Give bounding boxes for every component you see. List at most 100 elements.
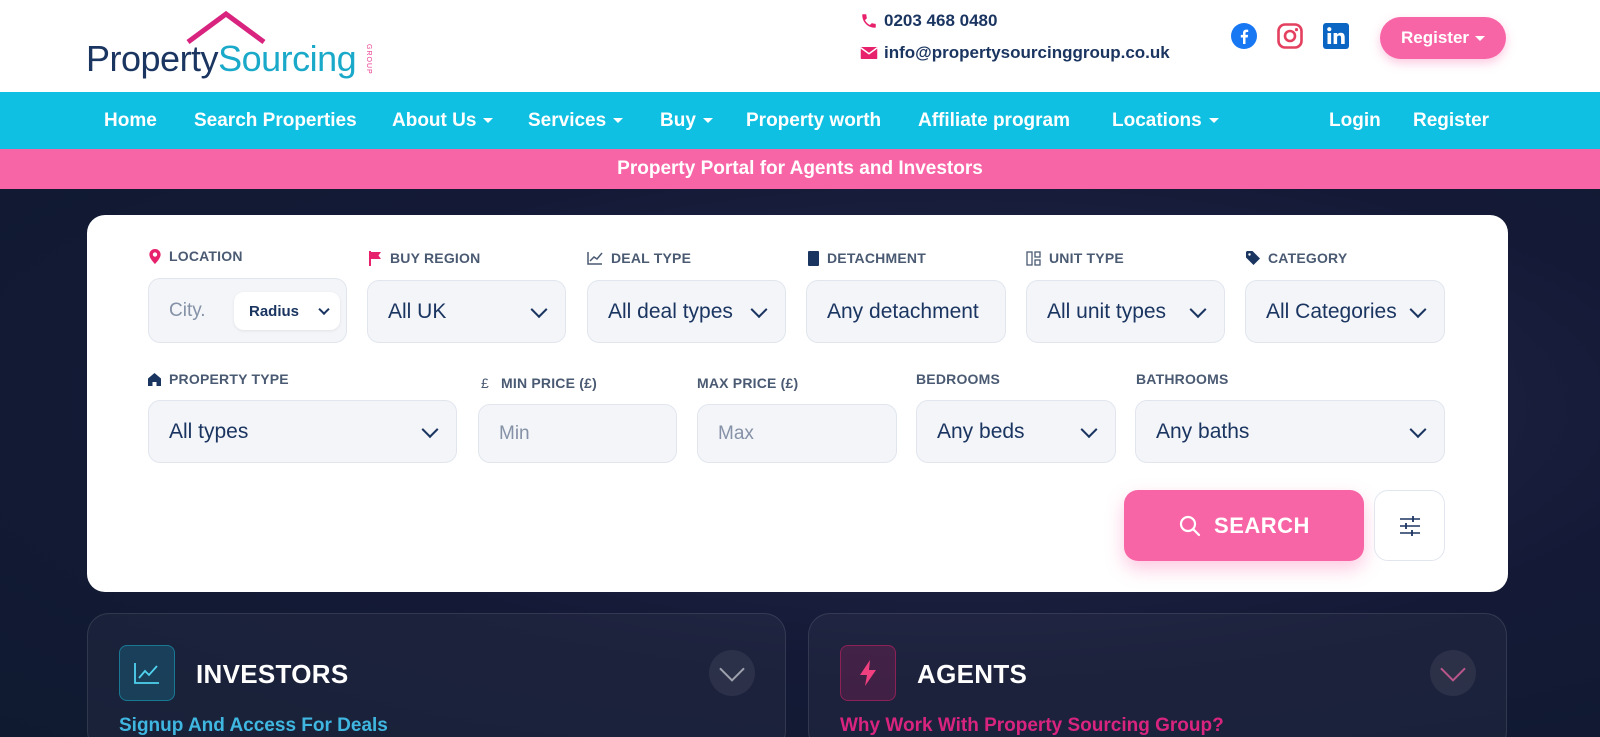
bedrooms-value: Any beds xyxy=(937,419,1025,443)
min-price-input[interactable]: Min xyxy=(478,404,677,463)
logo-group-text: GROUP xyxy=(365,44,372,75)
radius-select-value: Radius xyxy=(249,302,300,320)
location-label: LOCATION xyxy=(149,248,243,264)
caret-down-icon xyxy=(1475,35,1486,41)
bedrooms-label: BEDROOMS xyxy=(916,371,1000,387)
radius-select[interactable]: Radius xyxy=(234,292,340,330)
instagram-icon[interactable] xyxy=(1276,22,1304,50)
nav-services[interactable]: Services xyxy=(528,92,624,149)
min-price-label-text: MIN PRICE (£) xyxy=(501,375,597,391)
nav-locations-label: Locations xyxy=(1112,109,1202,131)
min-price-label: £ MIN PRICE (£) xyxy=(481,375,597,391)
bathrooms-value: Any baths xyxy=(1156,419,1250,443)
nav-register-label: Register xyxy=(1413,109,1490,131)
deal-type-select[interactable]: All deal types xyxy=(587,280,786,343)
caret-down-icon xyxy=(483,118,494,123)
chevron-down-icon xyxy=(719,656,745,682)
top-header: PropertySourcing GROUP 0203 468 0480 inf… xyxy=(0,0,1600,92)
nav-home-label: Home xyxy=(104,109,157,131)
nav-locations[interactable]: Locations xyxy=(1112,92,1219,149)
min-price-placeholder: Min xyxy=(499,422,530,444)
nav-property-worth-label: Property worth xyxy=(746,109,882,131)
nav-affiliate-program-label: Affiliate program xyxy=(918,109,1071,131)
portal-banner: Property Portal for Agents and Investors xyxy=(0,149,1600,189)
max-price-label: MAX PRICE (£) xyxy=(697,375,798,391)
email-address: info@propertysourcinggroup.co.uk xyxy=(884,43,1170,62)
property-type-value: All types xyxy=(169,419,249,443)
nav-register[interactable]: Register xyxy=(1413,92,1489,149)
detachment-select[interactable]: Any detachment xyxy=(806,280,1006,343)
detachment-label: DETACHMENT xyxy=(808,250,926,266)
buy-region-label-text: BUY REGION xyxy=(390,250,481,266)
detachment-label-text: DETACHMENT xyxy=(827,250,926,266)
max-price-input[interactable]: Max xyxy=(697,404,897,463)
investors-panel[interactable]: INVESTORS Signup And Access For Deals xyxy=(87,613,786,737)
chevron-down-icon xyxy=(1440,656,1466,682)
email-link[interactable]: info@propertysourcinggroup.co.uk xyxy=(860,42,1170,64)
nav-search-properties[interactable]: Search Properties xyxy=(194,92,357,149)
location-placeholder: City. xyxy=(169,299,206,321)
flag-icon xyxy=(369,250,381,266)
investors-title: INVESTORS xyxy=(196,659,349,689)
unit-type-label-text: UNIT TYPE xyxy=(1049,250,1124,266)
register-button[interactable]: Register xyxy=(1380,17,1506,59)
investors-expand-toggle[interactable] xyxy=(709,650,755,696)
chevron-down-icon xyxy=(1409,420,1427,438)
investors-subtitle: Signup And Access For Deals xyxy=(119,715,388,736)
deal-type-label: DEAL TYPE xyxy=(587,250,691,266)
facebook-icon[interactable] xyxy=(1230,22,1258,50)
property-type-label-text: PROPERTY TYPE xyxy=(169,371,289,387)
nav-about-us-label: About Us xyxy=(392,109,477,131)
search-button[interactable]: SEARCH xyxy=(1124,490,1364,561)
nav-buy[interactable]: Buy xyxy=(660,92,713,149)
linkedin-icon[interactable] xyxy=(1322,22,1350,50)
location-input[interactable]: City. Radius xyxy=(148,278,347,343)
property-type-select[interactable]: All types xyxy=(148,400,457,463)
line-chart-icon xyxy=(587,252,603,265)
category-value: All Categories xyxy=(1266,299,1397,323)
bathrooms-select[interactable]: Any baths xyxy=(1135,400,1445,463)
building-icon xyxy=(808,250,819,266)
agents-expand-toggle[interactable] xyxy=(1430,650,1476,696)
search-icon xyxy=(1179,515,1201,536)
bedrooms-select[interactable]: Any beds xyxy=(916,400,1116,463)
site-logo[interactable]: PropertySourcing GROUP xyxy=(86,10,376,80)
bathrooms-label-text: BATHROOMS xyxy=(1136,371,1229,387)
chevron-down-icon xyxy=(1409,300,1427,318)
category-label: CATEGORY xyxy=(1246,250,1347,266)
logo-wordmark: PropertySourcing xyxy=(86,38,357,79)
caret-down-icon xyxy=(1208,118,1219,123)
unit-type-value: All unit types xyxy=(1047,299,1167,323)
deal-type-label-text: DEAL TYPE xyxy=(611,250,692,266)
agents-panel[interactable]: AGENTS Why Work With Property Sourcing G… xyxy=(808,613,1507,737)
advanced-filters-button[interactable] xyxy=(1374,490,1445,561)
nav-property-worth[interactable]: Property worth xyxy=(746,92,881,149)
pound-icon: £ xyxy=(481,375,489,391)
sliders-icon xyxy=(1399,515,1420,536)
property-type-label: PROPERTY TYPE xyxy=(148,371,289,387)
nav-affiliate-program[interactable]: Affiliate program xyxy=(918,92,1070,149)
agents-title: AGENTS xyxy=(917,659,1028,689)
unit-type-select[interactable]: All unit types xyxy=(1026,280,1225,343)
phone-link[interactable]: 0203 468 0480 xyxy=(860,10,1170,32)
chevron-down-icon xyxy=(1189,300,1207,318)
home-icon xyxy=(148,372,161,386)
buy-region-select[interactable]: All UK xyxy=(367,280,566,343)
max-price-label-text: MAX PRICE (£) xyxy=(697,375,799,391)
chevron-down-icon xyxy=(1080,420,1098,438)
agents-subtitle: Why Work With Property Sourcing Group? xyxy=(840,715,1224,736)
location-label-text: LOCATION xyxy=(169,248,243,264)
category-select[interactable]: All Categories xyxy=(1245,280,1445,343)
chevron-down-icon xyxy=(750,300,768,318)
deal-type-value: All deal types xyxy=(608,299,733,323)
envelope-icon xyxy=(860,44,878,62)
nav-home[interactable]: Home xyxy=(104,92,157,149)
max-price-placeholder: Max xyxy=(718,422,754,444)
nav-about-us[interactable]: About Us xyxy=(392,92,494,149)
main-navigation: Home Search Properties About Us Services… xyxy=(0,92,1600,149)
nav-services-label: Services xyxy=(528,109,607,131)
nav-login-label: Login xyxy=(1329,109,1381,131)
chevron-down-icon xyxy=(530,300,548,318)
nav-buy-label: Buy xyxy=(660,109,696,131)
nav-login[interactable]: Login xyxy=(1329,92,1381,149)
